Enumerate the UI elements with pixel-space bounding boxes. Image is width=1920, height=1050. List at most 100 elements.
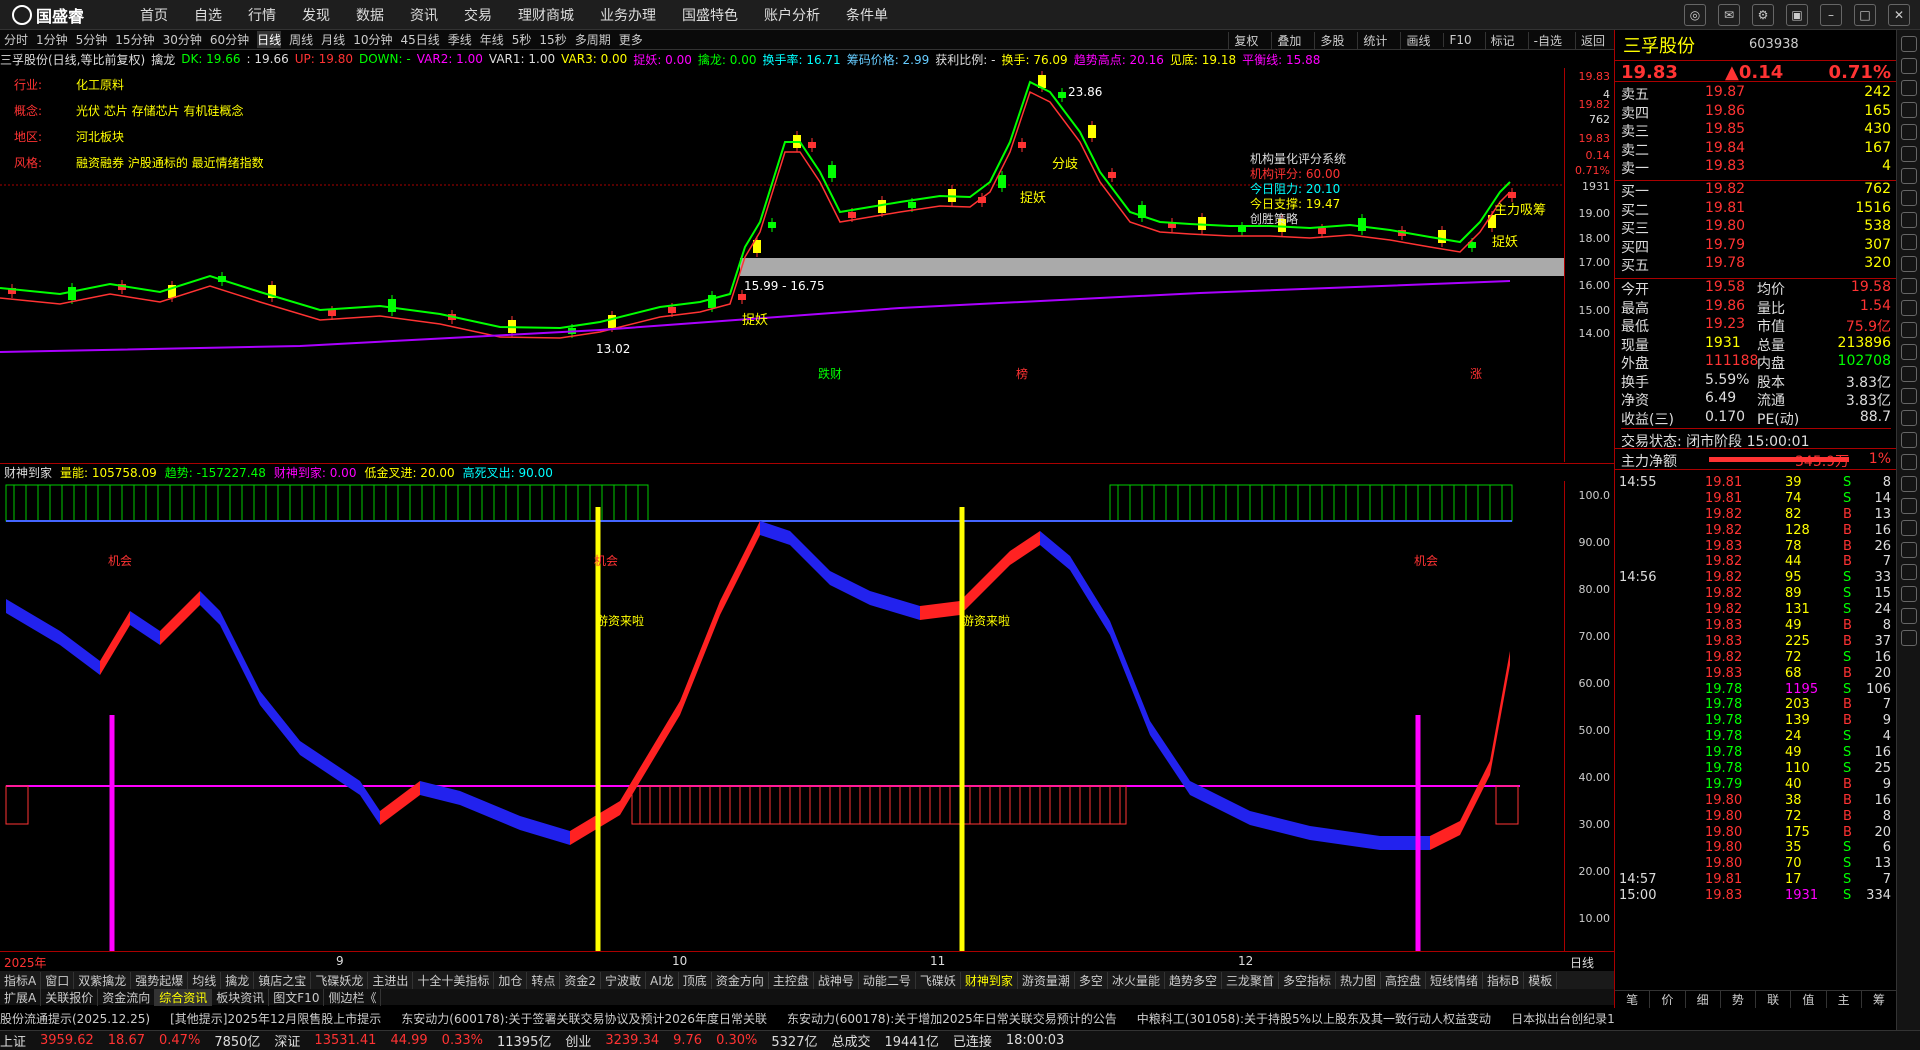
tool-button[interactable]: -自选 (1527, 31, 1567, 49)
extension-tab[interactable]: 板块资讯 (212, 988, 270, 1006)
indicator-tab[interactable]: 镇店之宝 (254, 971, 312, 989)
side-tool-icon[interactable] (1900, 410, 1917, 426)
news-item[interactable]: 中粮科工(301058):关于持股5%以上股东及其一致行动人权益变动 (1137, 1010, 1491, 1027)
period-tab[interactable]: 1分钟 (36, 31, 68, 48)
menu-item[interactable]: 数据 (356, 5, 384, 25)
period-tab[interactable]: 周线 (289, 31, 313, 48)
quote-panel-tab[interactable]: 细 (1686, 991, 1721, 1008)
menu-item[interactable]: 自选 (194, 5, 222, 25)
side-tool-icon[interactable] (1900, 190, 1917, 206)
extension-tab[interactable]: 资金流向 (98, 988, 156, 1006)
side-tool-icon[interactable] (1900, 630, 1917, 646)
indicator-tab[interactable]: 冰火量能 (1108, 971, 1165, 989)
indicator-tab[interactable]: 窗口 (41, 971, 75, 989)
indicator-tab[interactable]: 指标A (0, 971, 42, 989)
indicator-tab[interactable]: 多空指标 (1279, 971, 1336, 989)
news-item[interactable]: [其他提示]2025年12月限售股上市提示 (170, 1010, 381, 1027)
menu-item[interactable]: 条件单 (846, 5, 888, 25)
side-tool-icon[interactable] (1900, 212, 1917, 228)
side-tool-icon[interactable] (1900, 36, 1917, 52)
maximize-icon[interactable]: □ (1854, 4, 1876, 26)
indicator-tab[interactable]: 战神号 (814, 971, 859, 989)
extension-tab[interactable]: 扩展A (0, 988, 42, 1006)
side-tool-icon[interactable] (1900, 476, 1917, 492)
indicator-tab[interactable]: 三龙聚首 (1222, 971, 1279, 989)
tool-button[interactable]: 复权 (1228, 31, 1263, 49)
side-tool-icon[interactable] (1900, 168, 1917, 184)
minimize-icon[interactable]: – (1820, 4, 1842, 26)
side-tool-icon[interactable] (1900, 300, 1917, 316)
side-tool-icon[interactable] (1900, 366, 1917, 382)
news-item[interactable]: 东安动力(600178):关于签署关联交易协议及预计2026年度日常关联 (401, 1010, 767, 1027)
indicator-tab[interactable]: 十全十美指标 (413, 971, 495, 989)
side-tool-icon[interactable] (1900, 146, 1917, 162)
quote-panel-tab[interactable]: 价 (1650, 991, 1686, 1008)
menu-item[interactable]: 理财商城 (518, 5, 574, 25)
side-tool-icon[interactable] (1900, 498, 1917, 514)
indicator-tab[interactable]: 主进出 (368, 971, 414, 989)
indicator-tab[interactable]: 顶底 (679, 971, 712, 989)
period-tab[interactable]: 季线 (448, 31, 472, 48)
news-item[interactable]: 东安动力(600178):关于增加2025年日常关联交易预计的公告 (787, 1010, 1117, 1027)
indicator-tab[interactable]: 游资量潮 (1018, 971, 1075, 989)
indicator-tab[interactable]: 双紫擒龙 (74, 971, 132, 989)
period-tab[interactable]: 15秒 (539, 31, 566, 48)
side-tool-icon[interactable] (1900, 520, 1917, 536)
indicator-tab[interactable]: 指标B (1483, 971, 1525, 989)
period-tab[interactable]: 10分钟 (353, 31, 392, 48)
mail-icon[interactable]: ✉ (1718, 4, 1740, 26)
skin-icon[interactable]: ▣ (1786, 4, 1808, 26)
period-tab[interactable]: 更多 (619, 31, 643, 48)
indicator-tab[interactable]: 动能二号 (859, 971, 916, 989)
indicator-tab[interactable]: 资金2 (560, 971, 602, 989)
settings-icon[interactable]: ⚙ (1752, 4, 1774, 26)
period-tab[interactable]: 15分钟 (115, 31, 154, 48)
period-tab[interactable]: 60分钟 (210, 31, 249, 48)
side-tool-icon[interactable] (1900, 58, 1917, 74)
tool-button[interactable]: 返回 (1574, 31, 1610, 49)
indicator-tab[interactable]: 短线情绪 (1426, 971, 1484, 989)
indicator-tab[interactable]: 加仓 (494, 971, 528, 989)
indicator-tab[interactable]: 转点 (527, 971, 561, 989)
indicator-tab[interactable]: 擒龙 (221, 971, 255, 989)
menu-item[interactable]: 账户分析 (764, 5, 820, 25)
indicator-tab[interactable]: 高控盘 (1381, 971, 1427, 989)
extension-tab[interactable]: 关联报价 (41, 988, 99, 1006)
indicator-tab[interactable]: 飞碟妖 (916, 971, 961, 989)
menu-item[interactable]: 首页 (140, 5, 168, 25)
period-tab[interactable]: 多周期 (575, 31, 611, 48)
indicator-tab[interactable]: 均线 (188, 971, 222, 989)
tool-button[interactable]: 标记 (1484, 31, 1520, 49)
period-tab[interactable]: 5分钟 (76, 31, 108, 48)
menu-item[interactable]: 发现 (302, 5, 330, 25)
side-tool-icon[interactable] (1900, 388, 1917, 404)
side-tool-icon[interactable] (1900, 564, 1917, 580)
side-tool-icon[interactable] (1900, 124, 1917, 140)
quote-panel-tab[interactable]: 笔 (1615, 991, 1651, 1008)
quote-panel-tab[interactable]: 筹 (1862, 991, 1897, 1008)
indicator-tab[interactable]: 趋势多空 (1165, 971, 1222, 989)
period-tab[interactable]: 月线 (321, 31, 345, 48)
side-tool-icon[interactable] (1900, 432, 1917, 448)
news-item[interactable]: 股份流通提示(2025.12.25) (0, 1010, 150, 1027)
side-tool-icon[interactable] (1900, 256, 1917, 272)
quote-panel-tab[interactable]: 势 (1721, 991, 1756, 1008)
news-item[interactable]: 日本拟出台创纪录122.3万亿日元初始预算 财政 (1511, 1010, 1614, 1027)
indicator-tab[interactable]: 模板 (1524, 971, 1558, 989)
tool-button[interactable]: F10 (1443, 33, 1476, 47)
indicator-tab[interactable]: 强势起爆 (131, 971, 189, 989)
side-tool-icon[interactable] (1900, 608, 1917, 624)
period-tab[interactable]: 45日线 (400, 31, 439, 48)
indicator-tab[interactable]: 宁波敢 (601, 971, 647, 989)
menu-item[interactable]: 资讯 (410, 5, 438, 25)
period-tab[interactable]: 5秒 (512, 31, 532, 48)
indicator-tab[interactable]: 主控盘 (769, 971, 814, 989)
tool-button[interactable]: 叠加 (1271, 31, 1306, 49)
quote-panel-tab[interactable]: 值 (1791, 991, 1827, 1008)
period-tab[interactable]: 分时 (4, 31, 28, 48)
indicator-chart[interactable]: 机会 机会 机会游资来啦 游资来啦 (0, 481, 1564, 951)
indicator-tab[interactable]: 热力图 (1336, 971, 1382, 989)
quote-panel-tab[interactable]: 主 (1827, 991, 1862, 1008)
indicator-tab[interactable]: AI龙 (646, 971, 679, 989)
extension-tab[interactable]: 侧边栏《 (324, 988, 382, 1006)
